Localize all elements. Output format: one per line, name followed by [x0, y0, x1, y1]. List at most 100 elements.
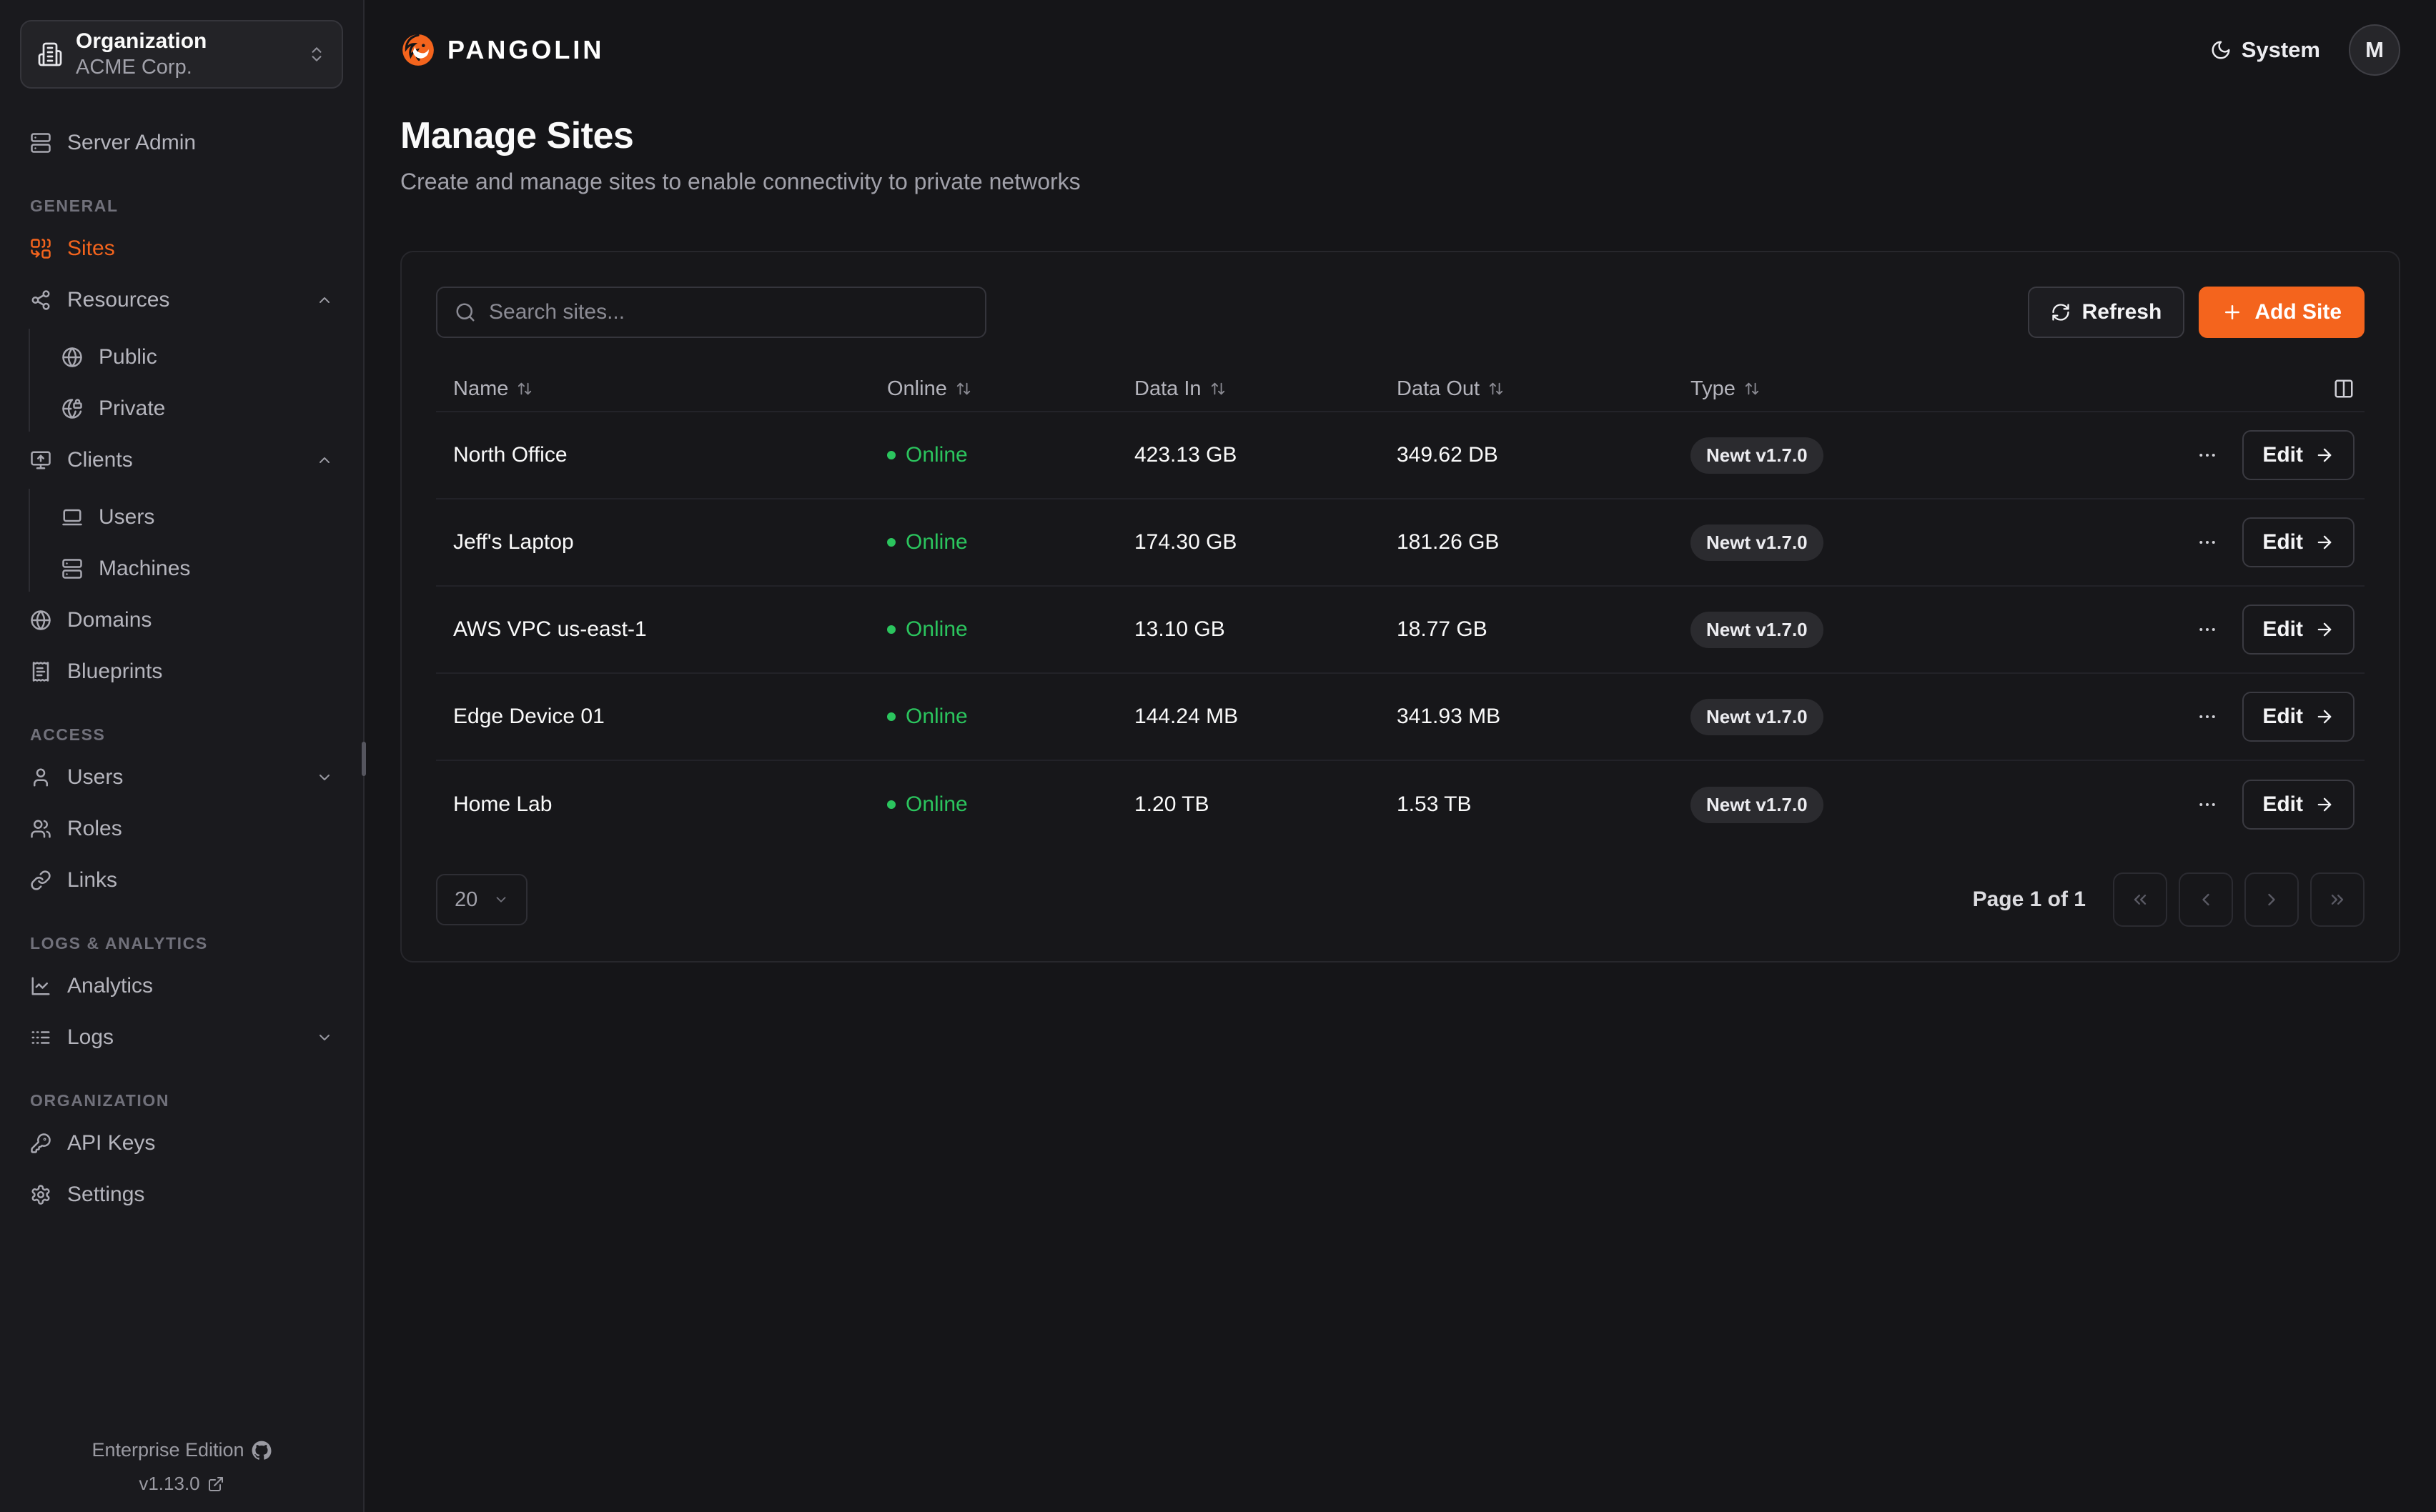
chevron-up-icon	[316, 292, 333, 309]
main-content: PANGOLIN System M Manage Sites Create an…	[365, 0, 2436, 1512]
user-icon	[30, 767, 51, 788]
chevron-right-icon	[2262, 890, 2282, 910]
sidebar-item-domains[interactable]: Domains	[20, 597, 343, 643]
search-icon	[455, 302, 476, 323]
table-row: Edge Device 01 Online 144.24 MB 341.93 M…	[436, 674, 2365, 761]
edit-button[interactable]: Edit	[2242, 605, 2355, 655]
edit-button[interactable]: Edit	[2242, 517, 2355, 567]
online-dot-icon	[887, 800, 896, 809]
next-page-button[interactable]	[2244, 872, 2299, 927]
edit-button[interactable]: Edit	[2242, 780, 2355, 830]
row-actions-button[interactable]	[2194, 619, 2221, 640]
online-dot-icon	[887, 538, 896, 547]
data-out-value: 18.77 GB	[1397, 617, 1690, 642]
sites-combine-icon	[30, 238, 51, 259]
column-header-data-out[interactable]: Data Out	[1397, 377, 1690, 401]
type-badge: Newt v1.7.0	[1690, 612, 1823, 648]
sidebar-item-label: Logs	[67, 1025, 114, 1050]
brand[interactable]: PANGOLIN	[400, 32, 604, 68]
arrow-right-icon	[2314, 532, 2334, 552]
table-row: Home Lab Online 1.20 TB 1.53 TB Newt v1.…	[436, 761, 2365, 848]
page-title: Manage Sites	[400, 114, 2400, 157]
sidebar-item-logs[interactable]: Logs	[20, 1015, 343, 1060]
chevrons-left-icon	[2130, 890, 2150, 910]
sidebar-item-sites[interactable]: Sites	[20, 226, 343, 272]
column-header-name[interactable]: Name	[453, 377, 887, 401]
refresh-button[interactable]: Refresh	[2028, 287, 2185, 338]
column-header-data-in[interactable]: Data In	[1134, 377, 1397, 401]
sidebar-item-analytics[interactable]: Analytics	[20, 963, 343, 1009]
row-actions-button[interactable]	[2194, 444, 2221, 466]
sidebar-item-settings[interactable]: Settings	[20, 1172, 343, 1218]
sidebar-scrollbar-thumb[interactable]	[362, 742, 366, 776]
sidebar-item-label: Links	[67, 868, 117, 892]
sort-icon	[517, 381, 533, 397]
sort-icon	[956, 381, 971, 397]
status-badge: Online	[887, 530, 1134, 554]
sidebar-item-label: Settings	[67, 1183, 144, 1207]
logs-list-icon	[30, 1027, 51, 1048]
theme-toggle[interactable]: System	[2210, 37, 2320, 63]
globe-lock-icon	[61, 398, 83, 419]
first-page-button[interactable]	[2113, 872, 2167, 927]
sidebar-item-public[interactable]: Public	[30, 334, 343, 380]
search-input[interactable]	[489, 300, 968, 324]
status-badge: Online	[887, 617, 1134, 642]
previous-page-button[interactable]	[2179, 872, 2233, 927]
sidebar-item-label: Clients	[67, 448, 133, 472]
sidebar-item-server-admin[interactable]: Server Admin	[20, 120, 343, 166]
status-badge: Online	[887, 792, 1134, 817]
site-name: Home Lab	[453, 792, 887, 817]
edit-button[interactable]: Edit	[2242, 430, 2355, 480]
table-header-row: Name Online Data In Data Out Type	[436, 367, 2365, 412]
edit-button[interactable]: Edit	[2242, 692, 2355, 742]
row-actions-button[interactable]	[2194, 706, 2221, 727]
sidebar-item-users[interactable]: Users	[20, 755, 343, 800]
github-icon[interactable]	[252, 1441, 272, 1461]
section-label-organization: ORGANIZATION	[20, 1086, 343, 1115]
sidebar-item-links[interactable]: Links	[20, 857, 343, 903]
data-out-value: 349.62 DB	[1397, 443, 1690, 467]
org-switcher-title: Organization	[76, 29, 207, 54]
external-link-icon[interactable]	[207, 1476, 224, 1493]
sidebar-item-roles[interactable]: Roles	[20, 806, 343, 852]
sidebar-item-client-users[interactable]: Users	[30, 494, 343, 540]
sidebar-item-blueprints[interactable]: Blueprints	[20, 649, 343, 695]
site-name: Edge Device 01	[453, 705, 887, 729]
sidebar-item-api-keys[interactable]: API Keys	[20, 1120, 343, 1166]
sidebar-item-clients[interactable]: Clients	[20, 437, 343, 483]
row-actions-button[interactable]	[2194, 794, 2221, 815]
data-in-value: 1.20 TB	[1134, 792, 1397, 817]
column-header-type[interactable]: Type	[1690, 377, 2333, 401]
sidebar-item-machines[interactable]: Machines	[30, 546, 343, 592]
sidebar-item-private[interactable]: Private	[30, 386, 343, 432]
sites-table: Name Online Data In Data Out Type	[436, 367, 2365, 848]
page-subtitle: Create and manage sites to enable connec…	[400, 169, 2400, 195]
site-name: Jeff's Laptop	[453, 530, 887, 554]
columns-toggle-icon[interactable]	[2333, 378, 2355, 399]
sort-icon	[1488, 381, 1504, 397]
avatar[interactable]: M	[2349, 24, 2400, 76]
sidebar-item-label: Sites	[67, 237, 115, 261]
type-badge: Newt v1.7.0	[1690, 699, 1823, 735]
add-site-button[interactable]: Add Site	[2199, 287, 2365, 338]
last-page-button[interactable]	[2310, 872, 2365, 927]
sidebar-item-label: Server Admin	[67, 131, 196, 155]
row-actions-button[interactable]	[2194, 532, 2221, 553]
table-footer: 20 Page 1 of 1	[436, 872, 2365, 927]
sidebar-item-label: Machines	[99, 557, 190, 581]
page-size-select[interactable]: 20	[436, 874, 528, 925]
section-label-access: ACCESS	[20, 720, 343, 749]
online-dot-icon	[887, 451, 896, 459]
refresh-label: Refresh	[2082, 300, 2162, 324]
pangolin-logo-icon	[400, 32, 436, 68]
org-switcher[interactable]: Organization ACME Corp.	[20, 20, 343, 89]
topbar: PANGOLIN System M	[400, 0, 2400, 100]
online-dot-icon	[887, 625, 896, 634]
users-icon	[30, 818, 51, 840]
server-icon	[30, 132, 51, 154]
column-header-online[interactable]: Online	[887, 377, 1134, 401]
search-box[interactable]	[436, 287, 986, 338]
sidebar-item-label: Resources	[67, 288, 169, 312]
sidebar-item-resources[interactable]: Resources	[20, 277, 343, 323]
